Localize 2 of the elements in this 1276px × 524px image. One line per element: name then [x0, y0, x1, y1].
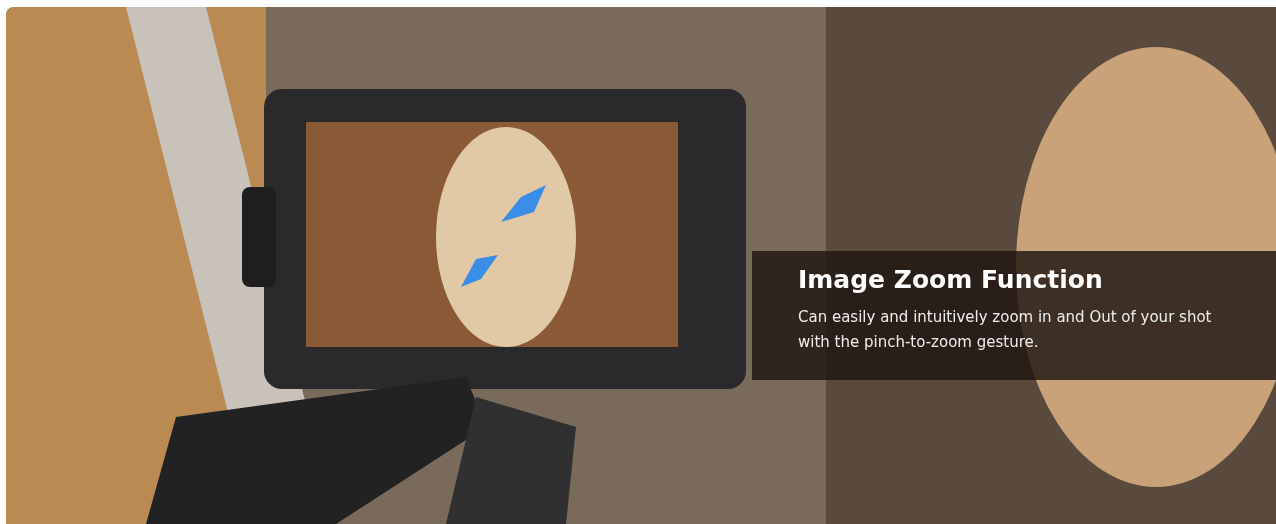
caption-text: Can easily and intuitively zoom in and Out of your shot with the pinch-to-zoom gesture. [798, 307, 1213, 353]
caption-title: Image Zoom Function [798, 264, 1104, 296]
